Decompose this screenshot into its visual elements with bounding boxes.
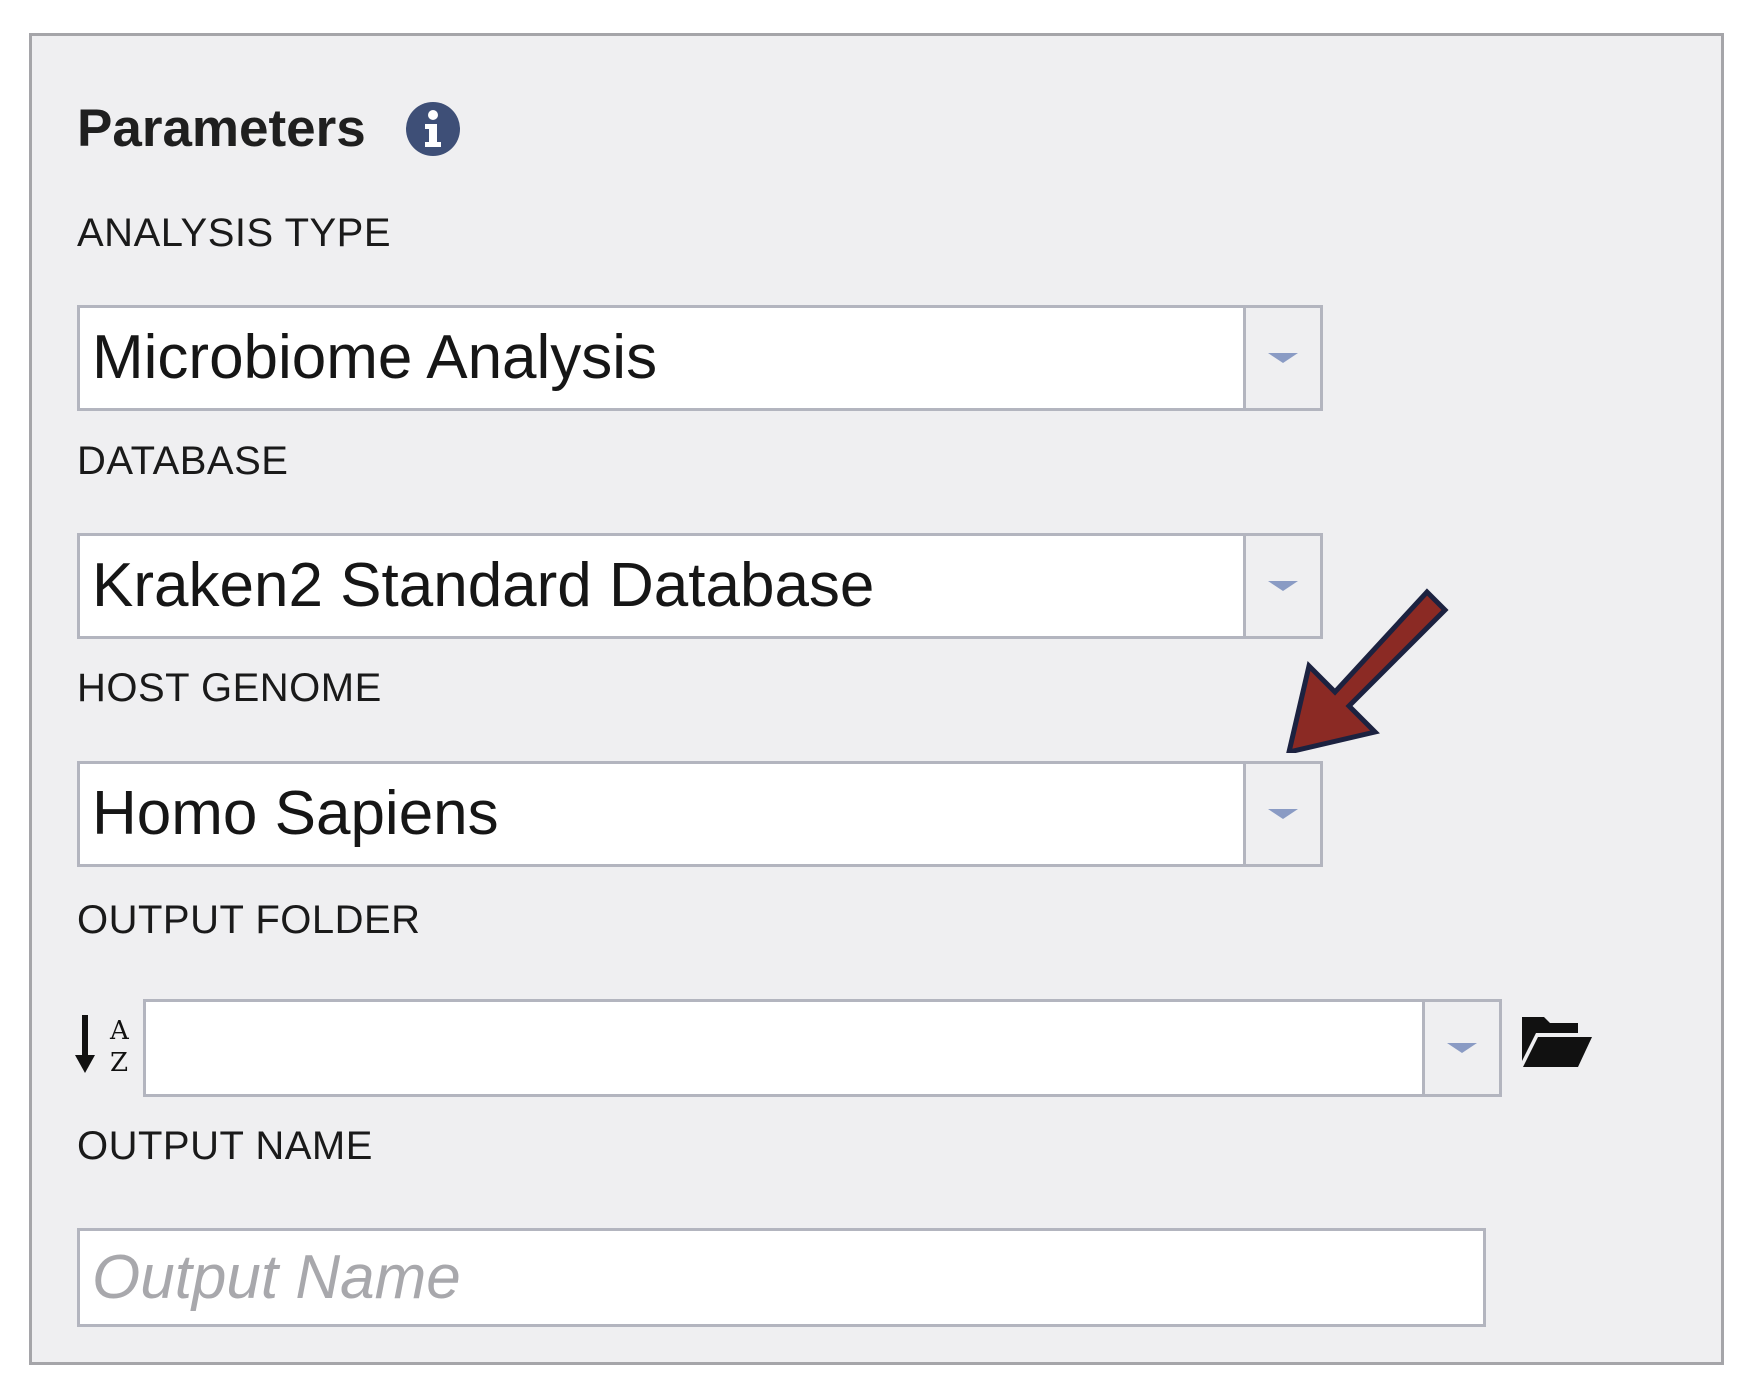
output-folder-dropdown-button[interactable] — [1422, 1002, 1499, 1094]
output-name-input[interactable] — [77, 1228, 1486, 1327]
output-name-label: OUTPUT NAME — [77, 1124, 373, 1168]
analysis-type-dropdown-button[interactable] — [1243, 308, 1320, 408]
folder-open-icon[interactable] — [1520, 1011, 1594, 1071]
analysis-type-value: Microbiome Analysis — [92, 323, 658, 392]
chevron-down-icon — [1268, 809, 1298, 819]
analysis-type-label: ANALYSIS TYPE — [77, 211, 392, 255]
database-select[interactable]: Kraken2 Standard Database — [77, 533, 1323, 639]
sort-alpha-down-icon[interactable]: A Z — [74, 1011, 132, 1079]
info-circle-icon[interactable] — [404, 100, 462, 158]
parameters-panel: Parameters ANALYSIS TYPE Microbiome Anal… — [29, 33, 1724, 1365]
chevron-down-icon — [1268, 353, 1298, 363]
output-folder-label: OUTPUT FOLDER — [77, 898, 421, 942]
database-value: Kraken2 Standard Database — [92, 551, 875, 620]
svg-text:A: A — [109, 1016, 130, 1046]
chevron-down-icon — [1447, 1043, 1477, 1053]
host-genome-label: HOST GENOME — [77, 666, 382, 710]
output-folder-select[interactable] — [143, 999, 1502, 1097]
host-genome-dropdown-button[interactable] — [1243, 764, 1320, 864]
database-label: DATABASE — [77, 439, 289, 483]
host-genome-select[interactable]: Homo Sapiens — [77, 761, 1323, 867]
svg-text:Z: Z — [110, 1048, 128, 1078]
panel-title: Parameters — [77, 99, 366, 158]
analysis-type-select[interactable]: Microbiome Analysis — [77, 305, 1323, 411]
host-genome-value: Homo Sapiens — [92, 779, 499, 848]
pointer-arrow-icon — [1286, 588, 1449, 753]
panel-header: Parameters — [77, 98, 462, 159]
